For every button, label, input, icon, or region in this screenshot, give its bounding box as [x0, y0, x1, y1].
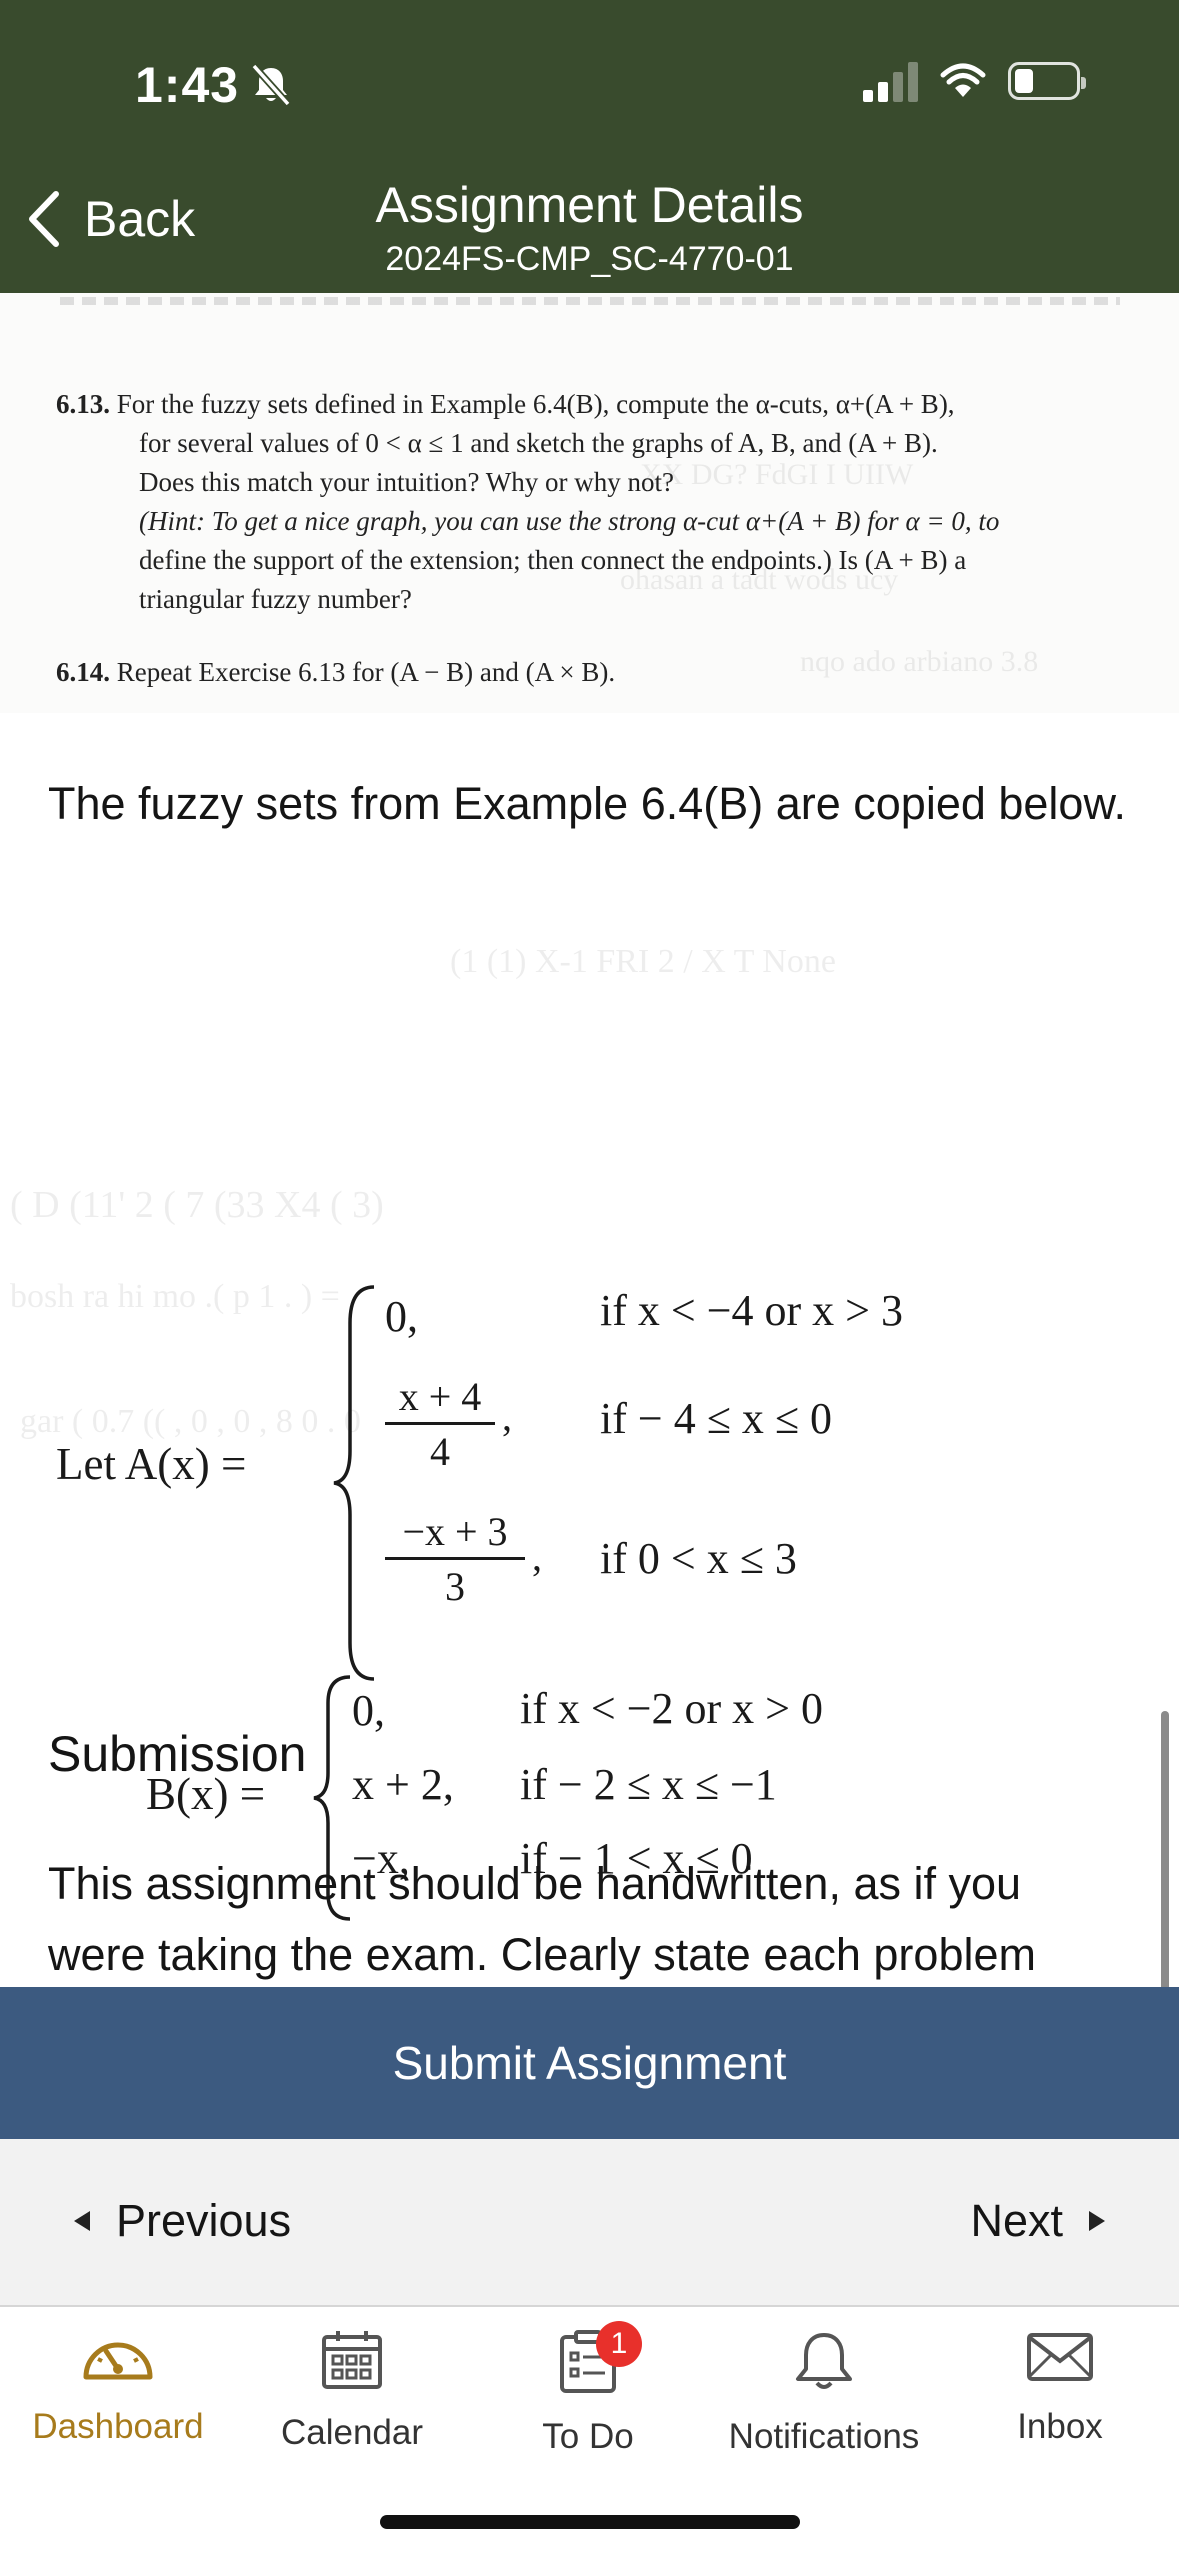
submit-assignment-button[interactable]: Submit Assignment: [0, 1987, 1179, 2139]
cellular-signal-icon: [863, 60, 918, 102]
next-label: Next: [970, 2195, 1063, 2246]
status-time: 1:43: [135, 57, 240, 113]
status-icons: [863, 60, 1086, 102]
envelope-icon: [1027, 2333, 1093, 2381]
exercise-6-13: 6.13. For the fuzzy sets defined in Exam…: [56, 389, 1000, 614]
tab-todo[interactable]: 1 To Do: [478, 2321, 698, 2457]
assignment-content[interactable]: XX DG? FdGI I UIIW ohasan a tadt wods uc…: [0, 293, 1179, 1987]
page-title: Assignment Details: [375, 177, 804, 233]
app-header: 1:43 Back Assignment Details 2024FS-CMP_…: [0, 0, 1179, 293]
previous-button[interactable]: Previous: [72, 2195, 291, 2247]
bell-icon: [796, 2333, 852, 2389]
intro-text: The fuzzy sets from Example 6.4(B) are c…: [48, 778, 1126, 829]
submit-label: Submit Assignment: [392, 2037, 787, 2089]
calendar-icon: [322, 2331, 382, 2389]
course-code: 2024FS-CMP_SC-4770-01: [385, 240, 794, 278]
a-lhs: Let A(x) =: [56, 1439, 247, 1489]
dashboard-icon: [83, 2342, 153, 2380]
fuzzy-sets-image: (1 (1) X-1 FRI 2 / X T None ( D (11' 2 (…: [0, 933, 1179, 1963]
scrollbar[interactable]: [1161, 1711, 1169, 1987]
left-brace-a: [333, 1285, 375, 1681]
submission-text: This assignment should be handwritten, a…: [48, 1858, 1036, 1980]
wifi-icon: [940, 63, 986, 97]
triangle-left-icon: [74, 2211, 90, 2231]
exercise-number: 6.14.: [56, 657, 110, 687]
todo-badge: 1: [596, 2321, 642, 2367]
submission-heading: Submission: [48, 1726, 307, 1782]
home-indicator[interactable]: [380, 2515, 800, 2529]
tab-dashboard[interactable]: Dashboard: [8, 2329, 228, 2447]
pager: Previous Next: [0, 2139, 1179, 2307]
tab-calendar[interactable]: Calendar: [242, 2329, 462, 2453]
exercise-6-14: 6.14. Repeat Exercise 6.13 for (A − B) a…: [56, 657, 616, 687]
next-button[interactable]: Next: [970, 2195, 1107, 2247]
tab-inbox[interactable]: Inbox: [950, 2329, 1170, 2447]
exercise-number: 6.13.: [56, 389, 110, 419]
previous-label: Previous: [116, 2195, 292, 2246]
tab-notifications[interactable]: Notifications: [714, 2329, 934, 2457]
bell-slash-icon: [251, 63, 291, 107]
a-cond-middle: if − 4 ≤ x ≤ 0: [600, 1394, 832, 1443]
a-cond-last: if 0 < x ≤ 3: [600, 1534, 797, 1583]
exercise-image: XX DG? FdGI I UIIW ohasan a tadt wods uc…: [0, 293, 1179, 713]
battery-icon: [1008, 62, 1086, 100]
triangle-right-icon: [1089, 2211, 1105, 2231]
